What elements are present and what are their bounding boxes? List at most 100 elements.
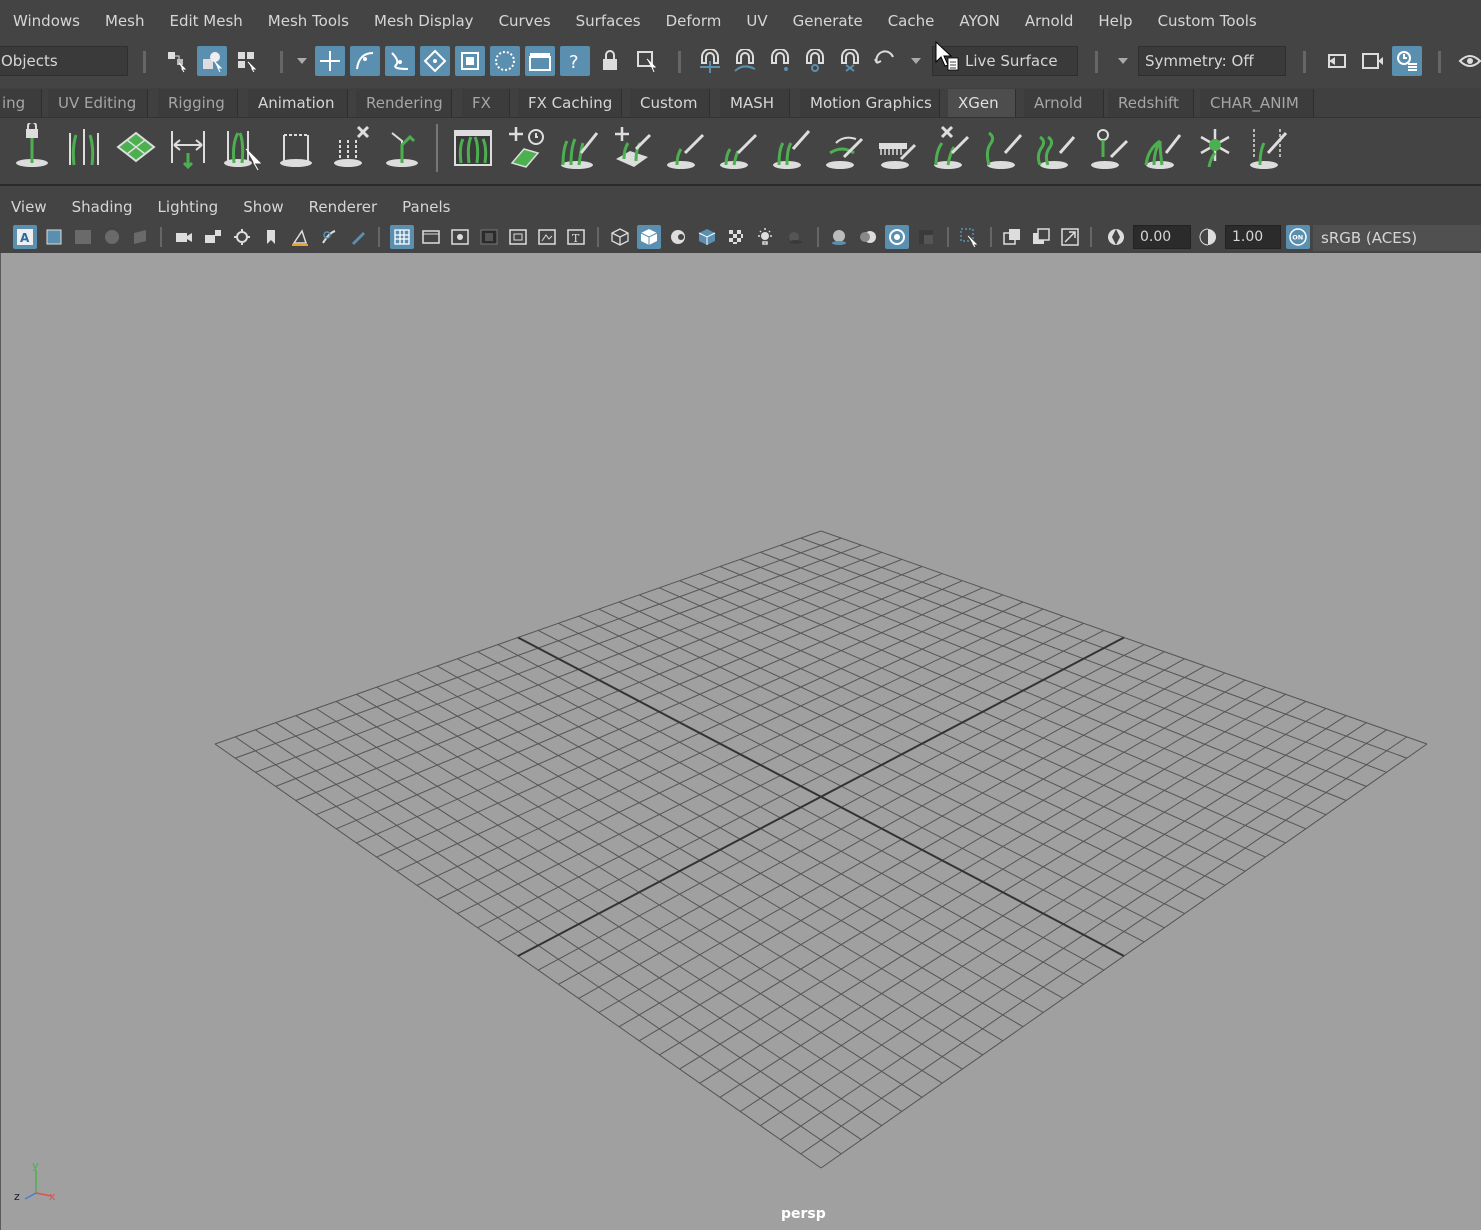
xgen-delete-guides-icon[interactable] (327, 122, 373, 172)
grid-icon[interactable] (390, 225, 414, 249)
gamma-field[interactable]: 1.00 (1225, 225, 1281, 249)
resolution-gate-icon[interactable] (100, 225, 124, 249)
tab-mash[interactable]: MASH (720, 89, 790, 117)
xgen-guide-length-icon[interactable] (165, 122, 211, 172)
wireframe-icon[interactable] (608, 225, 632, 249)
xray-icon[interactable] (1000, 225, 1024, 249)
textured-icon[interactable] (724, 225, 748, 249)
menu-ayon[interactable]: AYON (959, 12, 999, 30)
field-chart-icon[interactable] (506, 225, 530, 249)
snap-live-magnet-icon[interactable] (835, 46, 865, 76)
menu-uv[interactable]: UV (746, 12, 767, 30)
menu-help[interactable]: Help (1098, 12, 1132, 30)
panel-menu-panels[interactable]: Panels (402, 198, 450, 216)
camera-lock-icon[interactable] (201, 225, 225, 249)
xgen-place-brush-icon[interactable] (556, 122, 602, 172)
anti-aliasing-icon[interactable] (885, 225, 909, 249)
select-by-component-icon[interactable] (232, 46, 262, 76)
xgen-create-description-icon[interactable] (503, 122, 549, 172)
snap-off-magnet-icon[interactable] (870, 46, 900, 76)
tab-redshift[interactable]: Redshift (1108, 89, 1194, 117)
tab-modeling[interactable]: ing (0, 89, 42, 117)
chevron-down-icon[interactable] (1118, 58, 1128, 64)
select-camera-icon[interactable] (42, 225, 66, 249)
wireframe-on-shaded-icon[interactable] (695, 225, 719, 249)
menu-generate[interactable]: Generate (793, 12, 863, 30)
smooth-shade-icon[interactable] (637, 225, 661, 249)
eye-icon[interactable] (1455, 46, 1481, 76)
image-plane-icon[interactable] (129, 225, 153, 249)
xgen-select-guides-icon[interactable] (219, 122, 265, 172)
exposure-icon[interactable] (1104, 225, 1128, 249)
use-all-lights-icon[interactable] (753, 225, 777, 249)
exposure-field[interactable]: 0.00 (1133, 225, 1191, 249)
xgen-grooming-window-icon[interactable] (450, 122, 496, 172)
render-current-frame-icon[interactable] (1357, 46, 1387, 76)
snap-curve-magnet-icon[interactable] (730, 46, 760, 76)
film-gate-icon[interactable] (71, 225, 95, 249)
xgen-clump-brush-icon[interactable] (1139, 122, 1185, 172)
xgen-guide-tool-icon[interactable] (379, 122, 425, 172)
xgen-plane-guides-icon[interactable] (113, 122, 159, 172)
help-question-icon[interactable]: ? (560, 46, 590, 76)
gate-mask-icon[interactable] (477, 225, 501, 249)
panel-menu-view[interactable]: View (11, 198, 47, 216)
make-live-icon[interactable] (455, 46, 485, 76)
grease-pencil-icon[interactable] (317, 225, 341, 249)
arnold-a-icon[interactable]: A (13, 225, 37, 249)
menu-windows[interactable]: Windows (13, 12, 80, 30)
safe-title-icon[interactable]: T (564, 225, 588, 249)
snap-to-view-plane-icon[interactable] (420, 46, 450, 76)
lock-icon[interactable] (595, 46, 625, 76)
symmetry-dropdown[interactable]: Symmetry: Off (1138, 46, 1286, 76)
xgen-bake-guides-icon[interactable] (273, 122, 319, 172)
snap-to-curve-icon[interactable] (350, 46, 380, 76)
xgen-length-brush-icon[interactable] (662, 122, 708, 172)
default-material-icon[interactable] (666, 225, 690, 249)
tab-animation[interactable]: Animation (248, 89, 348, 117)
shadows-icon[interactable] (782, 225, 806, 249)
gamma-icon[interactable] (1196, 225, 1220, 249)
xray-joints-icon[interactable] (1029, 225, 1053, 249)
2d-pan-zoom-icon[interactable] (288, 225, 312, 249)
xgen-lock-guides-icon[interactable] (9, 122, 55, 172)
xray-components-icon[interactable] (1058, 225, 1082, 249)
tab-uv-editing[interactable]: UV Editing (48, 89, 148, 117)
menu-edit-mesh[interactable]: Edit Mesh (169, 12, 242, 30)
select-by-object-icon[interactable] (197, 46, 227, 76)
xgen-grab-brush-icon[interactable] (821, 122, 867, 172)
select-by-hierarchy-icon[interactable] (162, 46, 192, 76)
menu-cache[interactable]: Cache (888, 12, 935, 30)
render-sequence-icon[interactable] (490, 46, 520, 76)
xgen-cut-brush-icon[interactable] (715, 122, 761, 172)
camera-icon[interactable] (172, 225, 196, 249)
tab-rendering[interactable]: Rendering (356, 89, 452, 117)
chevron-down-icon[interactable] (297, 58, 307, 64)
tab-arnold[interactable]: Arnold (1024, 89, 1104, 117)
xgen-add-guides-icon[interactable] (609, 122, 655, 172)
3d-viewport[interactable]: y x z persp (0, 253, 1481, 1230)
safe-action-icon[interactable] (535, 225, 559, 249)
color-space-dropdown[interactable]: sRGB (ACES) (1313, 225, 1481, 251)
screen-space-ao-icon[interactable] (827, 225, 851, 249)
mode-dropdown[interactable]: Objects (0, 46, 128, 76)
xgen-freeze-brush-icon[interactable] (1086, 122, 1132, 172)
xgen-smooth-brush-icon[interactable] (874, 122, 920, 172)
tab-custom[interactable]: Custom (630, 89, 710, 117)
snap-to-grid-icon[interactable] (315, 46, 345, 76)
tab-rigging[interactable]: Rigging (158, 89, 238, 117)
tab-fx-caching[interactable]: FX Caching (518, 89, 622, 117)
xgen-snowflake-freeze-icon[interactable] (1192, 122, 1238, 172)
resolution-gate-toggle-icon[interactable] (448, 225, 472, 249)
chevron-down-icon[interactable] (911, 58, 921, 64)
menu-mesh[interactable]: Mesh (105, 12, 145, 30)
select-highlight-icon[interactable] (632, 46, 662, 76)
render-view-icon[interactable] (1322, 46, 1352, 76)
bookmark-icon[interactable] (259, 225, 283, 249)
snap-point-magnet-icon[interactable] (765, 46, 795, 76)
xgen-comb-brush-icon[interactable] (768, 122, 814, 172)
camera-attributes-icon[interactable] (230, 225, 254, 249)
menu-curves[interactable]: Curves (499, 12, 551, 30)
panel-menu-show[interactable]: Show (243, 198, 283, 216)
menu-mesh-tools[interactable]: Mesh Tools (268, 12, 349, 30)
